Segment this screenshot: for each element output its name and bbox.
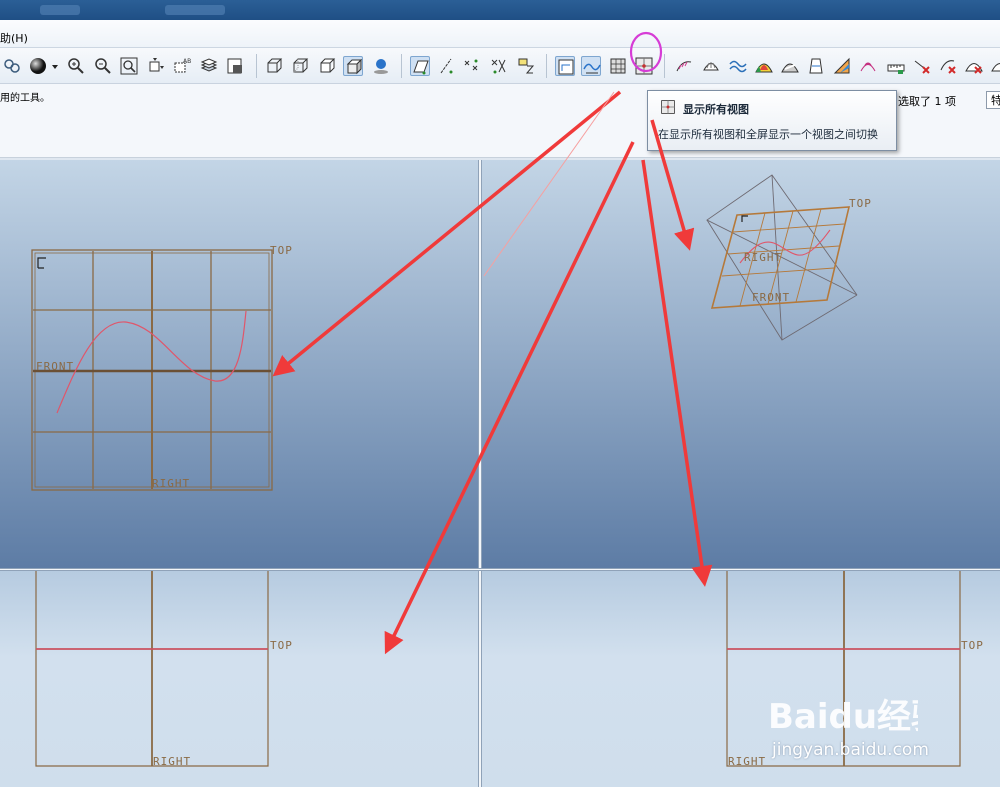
- grid-line: [721, 223, 845, 277]
- section-icon[interactable]: [858, 56, 878, 76]
- title-bar: [0, 0, 1000, 20]
- curve-analysis-icon[interactable]: [674, 56, 694, 76]
- viewport-top-right[interactable]: TOP RIGHT FRONT: [482, 160, 1000, 568]
- viewport-top-left[interactable]: TOP FRONT RIGHT: [0, 160, 478, 568]
- hidden-line-icon[interactable]: [290, 56, 310, 76]
- toolbar-separator: [546, 54, 547, 78]
- refit-icon[interactable]: [119, 56, 139, 76]
- tooltip-title: 显示所有视图: [683, 103, 749, 116]
- toolbar-separator: [664, 54, 665, 78]
- coordinate-system-glyph: [37, 257, 46, 269]
- wireframe-icon[interactable]: [264, 56, 284, 76]
- message-text: 用的工具。: [0, 93, 50, 104]
- curve-icon[interactable]: [728, 56, 748, 76]
- datum-plane-right: [706, 174, 858, 296]
- annotations-icon[interactable]: [516, 56, 536, 76]
- title-text-blur: [165, 5, 225, 15]
- zoom-in-icon[interactable]: [66, 56, 86, 76]
- viewport-splitter-vertical[interactable]: [478, 160, 482, 787]
- draft-icon[interactable]: [806, 56, 826, 76]
- datum-label-front: FRONT: [36, 360, 74, 373]
- grid-icon[interactable]: [608, 56, 628, 76]
- datum-label-right: RIGHT: [153, 755, 191, 768]
- datum-planes-icon[interactable]: [410, 56, 430, 76]
- color-map-icon[interactable]: [754, 56, 774, 76]
- zoom-out-icon[interactable]: [93, 56, 113, 76]
- viewport-splitter-horizontal[interactable]: [0, 568, 1000, 571]
- datum-label-top: TOP: [849, 197, 872, 210]
- datum-label-top: TOP: [270, 244, 293, 257]
- toolbar-separator: [401, 54, 402, 78]
- surface-analysis-icon[interactable]: [701, 56, 721, 76]
- watermark-logo-text: Baidu经验: [768, 697, 918, 737]
- slope-icon[interactable]: [832, 56, 852, 76]
- app-window: 助(H) AB 用的工具。 选取了 1 项 特 TOP FRONT RIGHT …: [0, 0, 1000, 787]
- enhanced-realism-icon[interactable]: [371, 56, 391, 76]
- show-all-views-icon: [661, 100, 675, 114]
- tooltip: 显示所有视图 在显示所有视图和全屏显示一个视图之间切换: [647, 90, 897, 151]
- datum-label-right: RIGHT: [728, 755, 766, 768]
- show-all-views-icon[interactable]: [634, 56, 654, 76]
- selection-status: 选取了 1 项: [898, 95, 956, 108]
- datum-label-top: TOP: [270, 639, 293, 652]
- saved-views-icon[interactable]: AB: [172, 56, 192, 76]
- save-analysis-icon[interactable]: [938, 56, 958, 76]
- coordinate-systems-icon[interactable]: [489, 56, 509, 76]
- view-manager-icon[interactable]: [225, 56, 245, 76]
- datum-plane-front: [706, 219, 858, 341]
- analysis-options-icon[interactable]: [990, 56, 1000, 76]
- regenerate-icon[interactable]: [2, 56, 22, 76]
- menu-bar: 助(H): [0, 20, 1000, 48]
- shade-sphere-icon[interactable]: [28, 56, 48, 76]
- watermark-url: jingyan.baidu.com: [772, 740, 929, 760]
- toolbar-separator: [256, 54, 257, 78]
- sketch-view-icon[interactable]: [581, 56, 601, 76]
- measure-icon[interactable]: [886, 56, 906, 76]
- viewport-bottom-left[interactable]: TOP RIGHT: [0, 571, 478, 787]
- reorient-icon[interactable]: [145, 56, 165, 76]
- datum-points-icon[interactable]: [462, 56, 482, 76]
- layers-icon[interactable]: [199, 56, 219, 76]
- datum-label-right: RIGHT: [152, 477, 190, 490]
- datum-axes-icon[interactable]: [437, 56, 457, 76]
- title-text-blur: [40, 5, 80, 15]
- svg-text:AB: AB: [183, 58, 191, 65]
- view-orient-icon[interactable]: [555, 56, 575, 76]
- no-hidden-icon[interactable]: [317, 56, 337, 76]
- datum-label-right: RIGHT: [744, 251, 782, 264]
- baidu-jingyan-watermark: Baidu经验: [768, 697, 918, 737]
- menu-help[interactable]: 助(H): [0, 32, 28, 45]
- shading-icon[interactable]: [343, 56, 363, 76]
- dropdown-arrow-icon[interactable]: [50, 56, 60, 76]
- reflection-icon[interactable]: [780, 56, 800, 76]
- tooltip-description: 在显示所有视图和全屏显示一个视图之间切换: [658, 128, 878, 141]
- coordinate-system-glyph: [741, 215, 748, 222]
- filter-dropdown[interactable]: 特: [986, 91, 1000, 109]
- datum-label-top: TOP: [961, 639, 984, 652]
- datum-label-front: FRONT: [752, 291, 790, 304]
- delete-analysis-icon[interactable]: [912, 56, 932, 76]
- hide-analysis-icon[interactable]: [964, 56, 984, 76]
